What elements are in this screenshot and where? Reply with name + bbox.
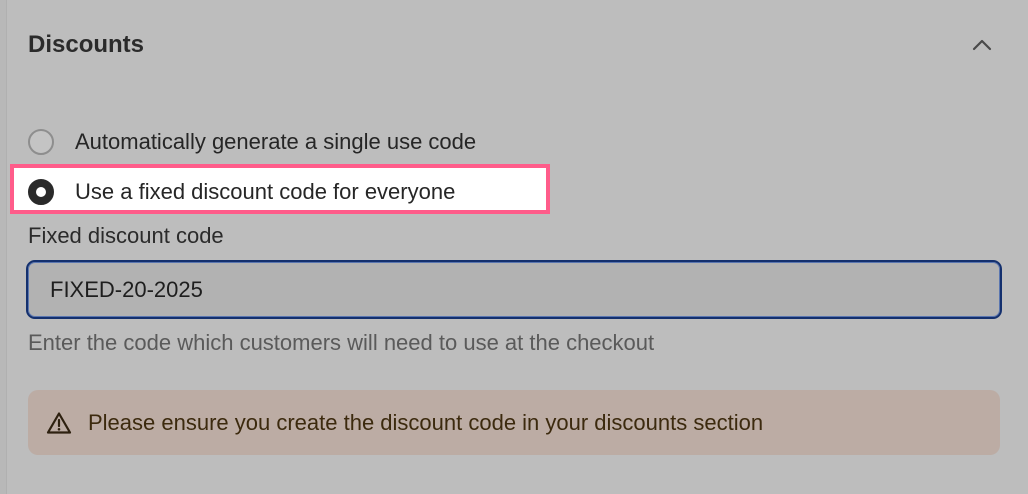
fixed-code-input[interactable] xyxy=(26,260,1002,319)
warning-text: Please ensure you create the discount co… xyxy=(88,409,764,435)
fixed-code-help-text: Enter the code which customers will need… xyxy=(28,330,655,355)
radio-button-fixed-code[interactable] xyxy=(28,179,54,205)
collapse-button[interactable] xyxy=(966,30,998,60)
radio-option-auto-generate[interactable]: Automatically generate a single use code xyxy=(28,124,476,160)
chevron-up-icon xyxy=(972,39,992,51)
warning-triangle-icon xyxy=(46,411,72,434)
radio-label-auto-generate: Automatically generate a single use code xyxy=(75,129,477,154)
radio-button-auto-generate[interactable] xyxy=(28,129,54,155)
radio-label-fixed-code: Use a fixed discount code for everyone xyxy=(75,179,456,204)
radio-option-fixed-code[interactable]: Use a fixed discount code for everyone xyxy=(28,174,455,210)
fixed-code-label: Fixed discount code xyxy=(28,223,224,248)
panel-left-border xyxy=(0,0,7,494)
section-title: Discounts xyxy=(28,31,145,58)
warning-banner: Please ensure you create the discount co… xyxy=(28,390,1000,455)
